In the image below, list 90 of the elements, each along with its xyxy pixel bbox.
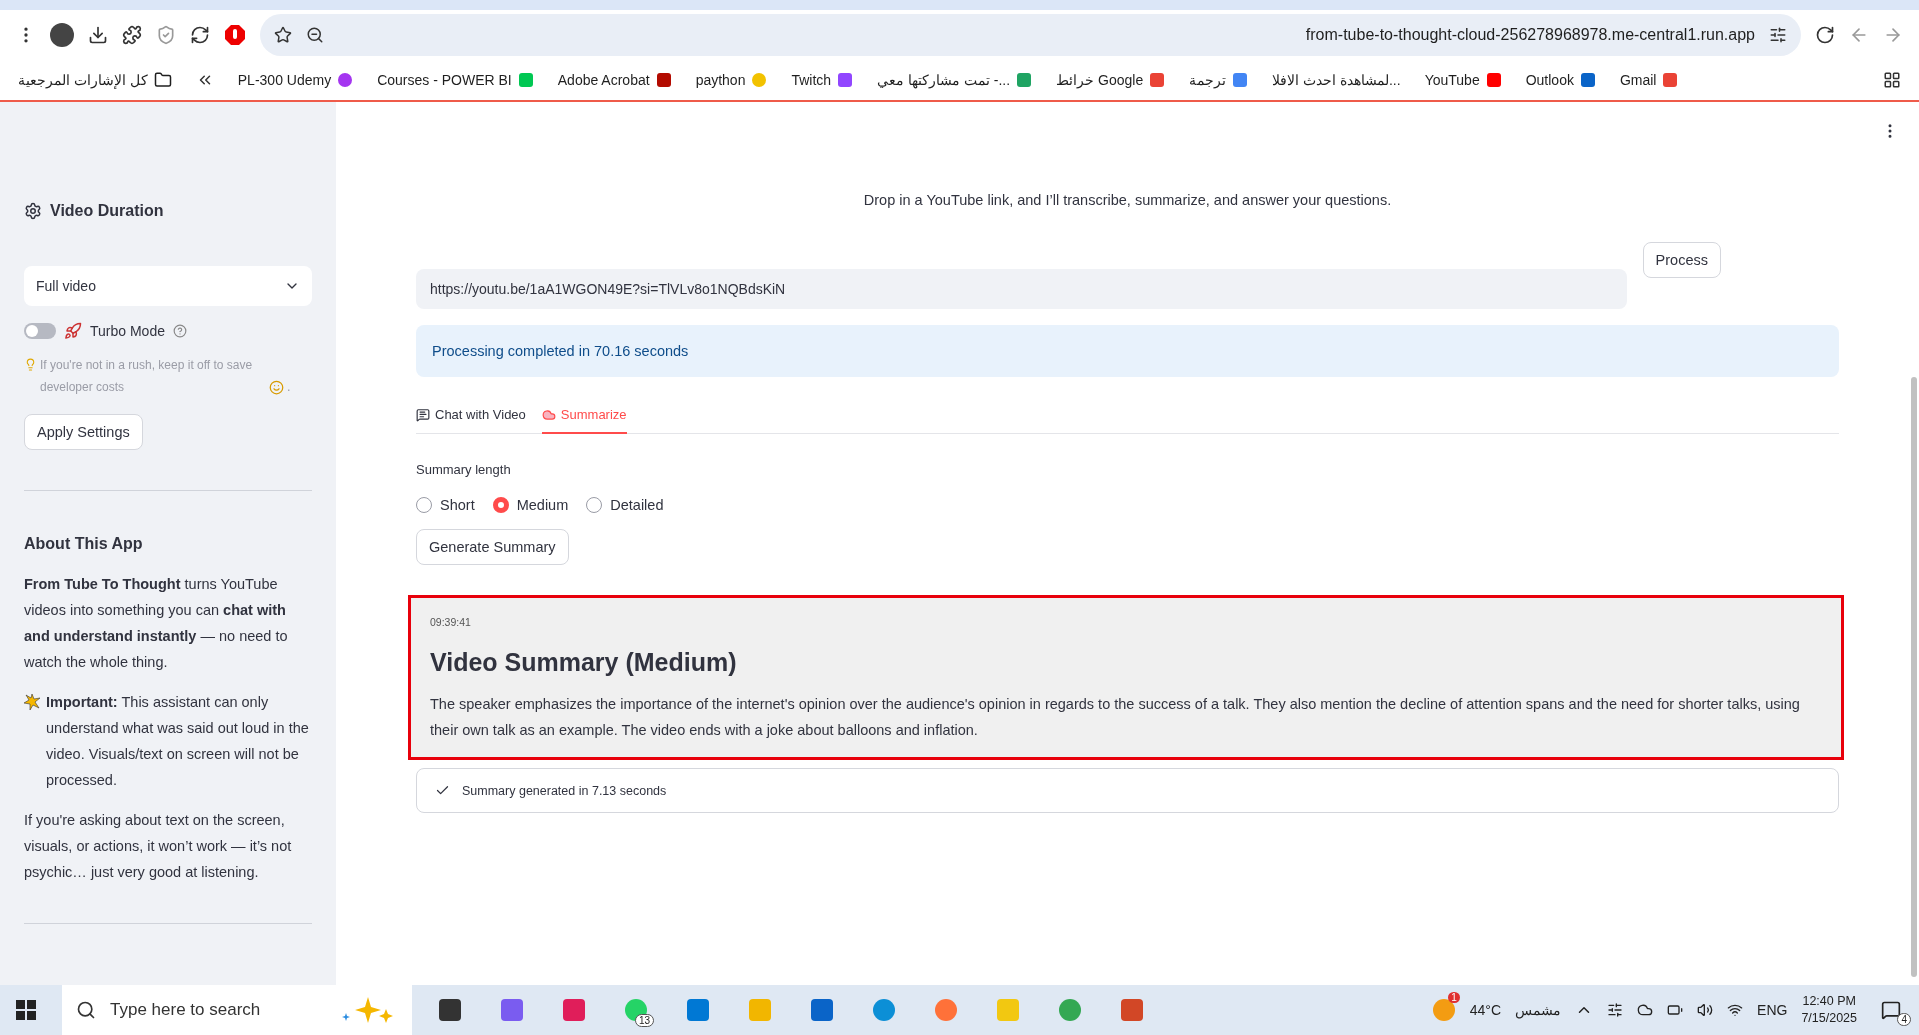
- gear-icon: [24, 202, 42, 220]
- sync-icon[interactable]: [190, 25, 210, 45]
- bookmark[interactable]: تمت مشاركتها معي -...: [877, 72, 1033, 88]
- bookmark-icon: [517, 72, 534, 88]
- radio-option[interactable]: Medium: [492, 497, 569, 513]
- bookmark[interactable]: Courses - POWER BI: [377, 72, 534, 88]
- tab[interactable]: Chat with Video: [416, 399, 526, 434]
- bookmark-icon: [655, 72, 672, 88]
- star-icon[interactable]: [274, 26, 292, 44]
- extensions-icon[interactable]: [122, 25, 142, 45]
- battery-icon[interactable]: [1667, 1002, 1684, 1018]
- bookmark[interactable]: خرائط Google: [1056, 72, 1166, 88]
- bookmark-icon: [1149, 72, 1166, 88]
- bookmark-icon: [751, 72, 768, 88]
- help-icon[interactable]: [172, 324, 187, 338]
- bookmark-icon: [1485, 72, 1502, 88]
- app-icon[interactable]: [809, 997, 835, 1023]
- section-title: Video Duration: [50, 202, 164, 220]
- apply-settings-button[interactable]: Apply Settings: [24, 414, 143, 450]
- field-label: Summary length: [416, 462, 512, 477]
- turbo-toggle[interactable]: [24, 323, 56, 339]
- cloud-icon[interactable]: [1637, 1002, 1654, 1018]
- bookmark-icon: [1579, 72, 1596, 88]
- temperature[interactable]: 44°C: [1469, 1002, 1502, 1018]
- scrollbar[interactable]: [1911, 377, 1917, 977]
- windows-icon[interactable]: [16, 1000, 36, 1020]
- bookmark[interactable]: YouTube: [1424, 72, 1502, 88]
- profile-avatar[interactable]: [50, 23, 74, 47]
- about-paragraph: If you're asking about text on the screen, visuals, or actions, it won’t work — it’s not psychic… just very good at listening.: [24, 811, 293, 882]
- bookmark[interactable]: paython: [695, 72, 768, 88]
- duration-select[interactable]: Full video: [24, 266, 312, 306]
- all-bookmarks[interactable]: كل الإشارات المرجعية: [18, 71, 172, 89]
- burst-icon: [24, 694, 40, 710]
- language-indicator[interactable]: ENG: [1757, 1002, 1788, 1018]
- bookmark[interactable]: Adobe Acrobat: [557, 72, 672, 88]
- shield-icon[interactable]: [156, 25, 176, 45]
- bookmark[interactable]: ترجمة: [1189, 72, 1249, 88]
- app-icon[interactable]: [623, 997, 649, 1023]
- radio-option[interactable]: Short: [416, 497, 475, 513]
- zoom-icon[interactable]: [306, 26, 324, 44]
- bookmark[interactable]: Gmail: [1619, 72, 1679, 88]
- success-text: Summary generated in 7.13 seconds: [462, 783, 667, 798]
- weather-label[interactable]: مشمس: [1515, 1002, 1562, 1018]
- chat-icon: [416, 407, 430, 422]
- site-settings-icon[interactable]: [1769, 26, 1787, 44]
- search-placeholder: Type here to search: [110, 1000, 261, 1020]
- count-badge: 13: [634, 1014, 654, 1027]
- bookmark[interactable]: Twitch: [791, 72, 854, 88]
- bookmark-icon: [1016, 72, 1033, 88]
- url-field[interactable]: https://youtu.be/1aA1WGON49E?si=TlVLv8o1NQBdsKiN: [416, 269, 1627, 309]
- bookmark[interactable]: لمشاهدة احدث الافلا...: [1272, 72, 1401, 88]
- bookmark[interactable]: PL-300 Udemy: [237, 72, 354, 88]
- about-title: About This App: [24, 535, 144, 553]
- lightbulb-icon: [24, 358, 37, 371]
- rocket-icon: [64, 322, 82, 340]
- apps-grid-icon[interactable]: [1883, 71, 1901, 89]
- wifi-icon[interactable]: [1727, 1002, 1744, 1018]
- about-paragraph: From Tube To Thought turns YouTube videos into something you can chat with and understand instantly — no need to watch the whole thing.: [24, 575, 289, 672]
- timestamp: 09:39:41: [430, 616, 472, 628]
- hint-text: If you're not in a rush, keep it off to save developer costs: [40, 357, 254, 396]
- taskbar-search[interactable]: Type here to search: [62, 985, 412, 1035]
- status-message: Processing completed in 70.16 seconds: [416, 325, 1839, 377]
- alert-badge: 1: [1448, 992, 1460, 1003]
- search-icon: [76, 1000, 96, 1020]
- subtitle: Drop in a YouTube link, and I’ll transcribe, summarize, and answer your questions.: [862, 192, 1393, 208]
- process-button[interactable]: Process: [1642, 242, 1721, 278]
- app-icon[interactable]: [437, 997, 463, 1023]
- download-icon[interactable]: [88, 25, 108, 45]
- reload-icon[interactable]: [1815, 25, 1835, 45]
- hint-period: .: [287, 379, 291, 396]
- clock[interactable]: 12:40 PM 7/15/2025: [1801, 993, 1857, 1027]
- stop-sign-icon[interactable]: [224, 24, 246, 46]
- smile-icon: [269, 380, 284, 395]
- radio-option[interactable]: Detailed: [586, 497, 664, 513]
- bookmark-icon: [337, 72, 354, 88]
- about-paragraph: Important: This assistant can only understand what was said out loud in the video. Visuals/text on screen will not be processed.: [46, 693, 310, 790]
- sliders-icon[interactable]: [1607, 1002, 1624, 1018]
- summary-text: The speaker emphasizes the importance of the internet's opinion over the audience's opinion in regards to the success of a talk. They also mention the decline of attention spans and the need for shorter talks, using their own talk as an example. The video ends with a joke about balloons and inflation.: [430, 695, 1801, 740]
- bookmark-icon: [1232, 72, 1249, 88]
- summary-title: Video Summary (Medium): [430, 648, 738, 677]
- generate-summary-button[interactable]: Generate Summary: [416, 529, 569, 565]
- notifications-icon[interactable]: [1881, 1000, 1901, 1020]
- bookmark-icon: [1662, 72, 1679, 88]
- folder-icon: [153, 71, 172, 89]
- bookmark-icon: [837, 72, 854, 88]
- toggle-label: Turbo Mode: [90, 323, 165, 339]
- bookmark[interactable]: Outlook: [1525, 72, 1596, 88]
- cloud-icon: [541, 407, 556, 422]
- volume-icon[interactable]: [1697, 1002, 1714, 1018]
- count-badge: 4: [1897, 1013, 1911, 1026]
